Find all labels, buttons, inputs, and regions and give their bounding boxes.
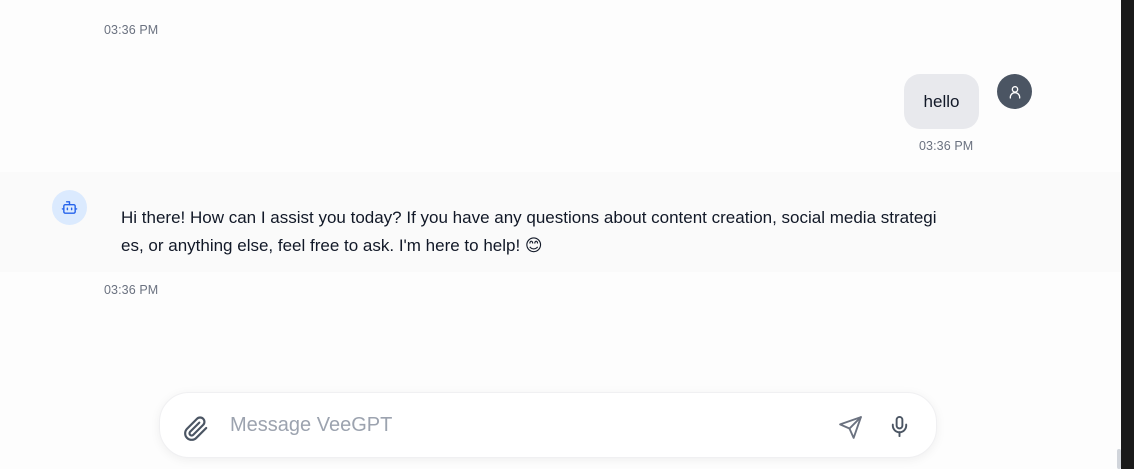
robot-icon xyxy=(61,201,78,214)
send-icon xyxy=(838,415,862,439)
assistant-message-text: Hi there! How can I assist you today? If… xyxy=(121,208,937,255)
send-button[interactable] xyxy=(834,411,866,443)
person-icon xyxy=(1009,85,1020,99)
assistant-message-timestamp: 03:36 PM xyxy=(104,283,159,297)
assistant-avatar xyxy=(52,190,87,225)
scrollbar-thumb[interactable] xyxy=(1117,449,1121,469)
message-timestamp: 03:36 PM xyxy=(104,23,159,37)
message-composer xyxy=(159,392,937,458)
user-avatar xyxy=(997,74,1032,109)
user-message-timestamp: 03:36 PM xyxy=(919,139,974,153)
microphone-button[interactable] xyxy=(884,410,914,442)
microphone-icon xyxy=(891,415,907,437)
attach-button[interactable] xyxy=(180,413,212,445)
paperclip-icon xyxy=(184,416,208,441)
message-input[interactable] xyxy=(228,407,792,443)
window-edge xyxy=(1121,0,1134,469)
user-message-bubble: hello xyxy=(904,74,979,129)
